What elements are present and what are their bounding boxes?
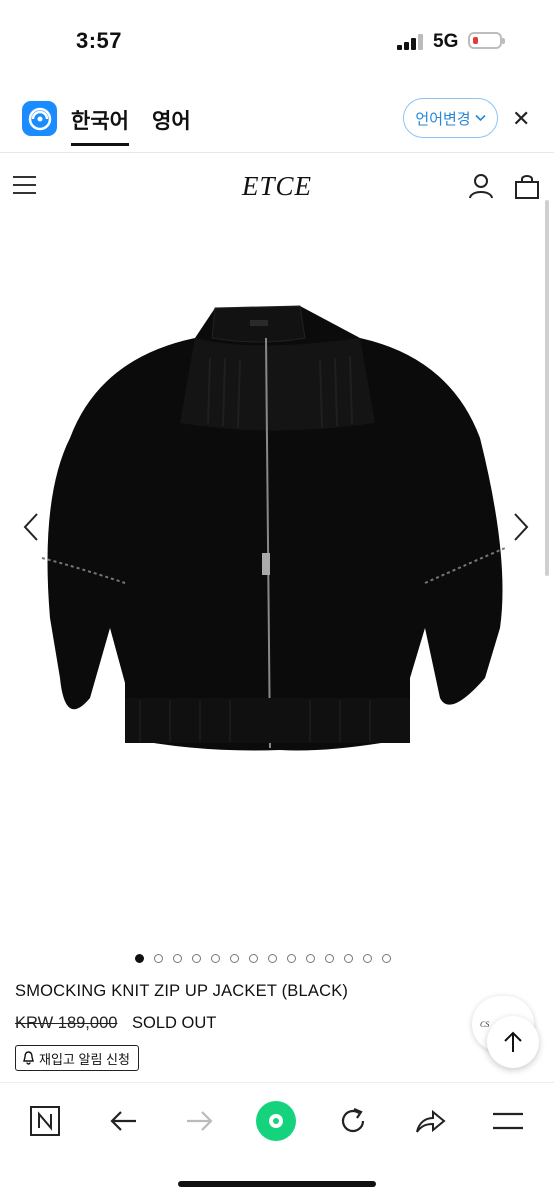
- gallery-dot[interactable]: [154, 954, 163, 963]
- restock-alert-button[interactable]: 재입고 알림 신청: [15, 1045, 139, 1071]
- site-header: ETCE: [0, 155, 554, 217]
- home-indicator[interactable]: [178, 1181, 376, 1187]
- gallery-dot[interactable]: [306, 954, 315, 963]
- gallery-dot[interactable]: [344, 954, 353, 963]
- close-icon[interactable]: ✕: [512, 106, 530, 132]
- battery-icon: [468, 32, 505, 49]
- translator-app-icon: [22, 101, 57, 136]
- gallery-dot[interactable]: [287, 954, 296, 963]
- menu-lines-icon: [493, 1112, 523, 1130]
- gallery-dot[interactable]: [173, 954, 182, 963]
- tab-english[interactable]: 영어: [152, 105, 191, 135]
- gallery-dot[interactable]: [363, 954, 372, 963]
- status-bar: 3:57 5G: [0, 0, 554, 80]
- translation-bar: 한국어 영어 언어변경 ✕: [0, 90, 554, 153]
- menu-button[interactable]: [488, 1101, 528, 1141]
- gallery-prev-arrow[interactable]: [22, 512, 40, 550]
- change-language-label: 언어변경: [415, 110, 471, 128]
- network-label: 5G: [433, 31, 459, 52]
- price-row: KRW 189,000 SOLD OUT: [15, 1014, 216, 1033]
- chevron-right-icon: [514, 513, 529, 541]
- cs-label: CS: [480, 1019, 490, 1029]
- reload-button[interactable]: [333, 1101, 373, 1141]
- gallery-dot[interactable]: [249, 954, 258, 963]
- naver-home-button[interactable]: [25, 1101, 65, 1141]
- chevron-down-icon: [475, 114, 486, 122]
- back-button[interactable]: [103, 1101, 143, 1141]
- gallery-dot[interactable]: [211, 954, 220, 963]
- gallery-dot[interactable]: [382, 954, 391, 963]
- chevron-left-icon: [23, 513, 38, 541]
- arrow-left-icon: [110, 1111, 136, 1131]
- share-icon: [416, 1109, 446, 1133]
- naver-n-icon: [30, 1106, 60, 1136]
- gallery-dot[interactable]: [230, 954, 239, 963]
- bell-icon: [23, 1051, 34, 1065]
- gallery-dot[interactable]: [135, 954, 144, 963]
- status-time: 3:57: [76, 28, 123, 53]
- share-button[interactable]: [410, 1101, 450, 1141]
- user-icon[interactable]: [468, 173, 494, 199]
- gallery-dot[interactable]: [325, 954, 334, 963]
- signal-icon: [397, 34, 425, 50]
- scroll-to-top-button[interactable]: [487, 1016, 539, 1068]
- change-language-button[interactable]: 언어변경: [403, 98, 498, 138]
- sold-out-label: SOLD OUT: [132, 1014, 217, 1032]
- tab-korean[interactable]: 한국어: [71, 105, 129, 146]
- shopping-bag-icon[interactable]: [514, 175, 540, 199]
- forward-button[interactable]: [180, 1101, 220, 1141]
- gallery-dot[interactable]: [192, 954, 201, 963]
- gallery-pagination: [135, 954, 391, 963]
- reload-icon: [341, 1107, 365, 1133]
- green-dot-icon: [256, 1101, 296, 1141]
- product-image[interactable]: [30, 298, 520, 768]
- original-price: KRW 189,000: [15, 1014, 118, 1032]
- green-dot-button[interactable]: [256, 1101, 296, 1141]
- gallery-dot[interactable]: [268, 954, 277, 963]
- product-title: SMOCKING KNIT ZIP UP JACKET (BLACK): [15, 982, 349, 1000]
- gallery-next-arrow[interactable]: [512, 512, 530, 550]
- product-gallery: [0, 230, 554, 950]
- arrow-right-icon: [187, 1111, 213, 1131]
- restock-alert-label: 재입고 알림 신청: [39, 1051, 130, 1067]
- arrow-up-icon: [504, 1031, 522, 1052]
